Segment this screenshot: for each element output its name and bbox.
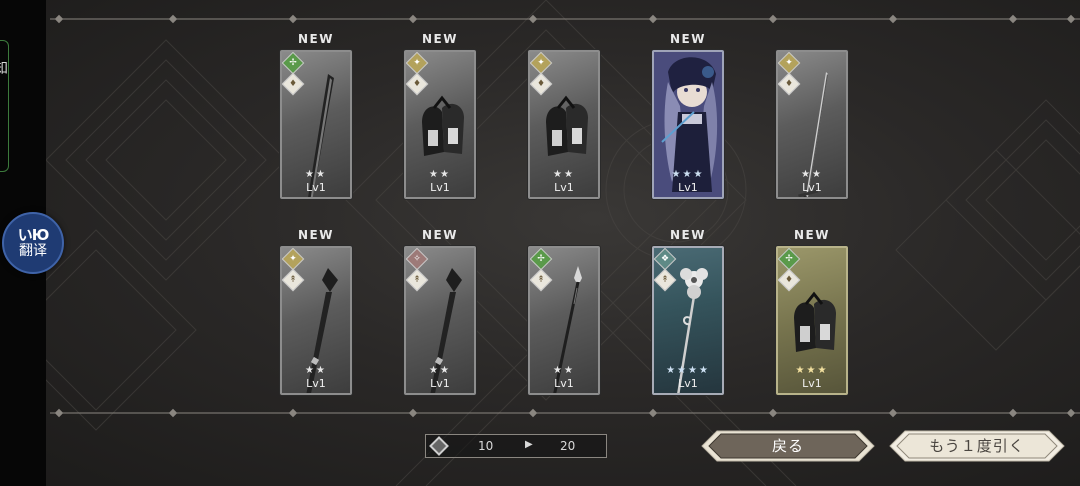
card-level: Lv1 [554,377,574,390]
star-rating: ★★ [553,169,575,180]
new-badge: NEW [298,32,334,46]
star-rating: ★★★ [795,365,829,376]
translate-button[interactable]: いЮ 翻译 [2,212,64,274]
card-level: Lv1 [678,377,698,390]
card-level: Lv1 [306,377,326,390]
draw-again-button[interactable]: もう１度引く [889,430,1065,462]
card-frame: ★★★ Lv1 [652,50,724,199]
star-rating: ★★★★ [666,365,710,376]
pager-arrow-icon: ▶ [525,439,533,450]
star-rating: ★★ [429,365,451,376]
draw-again-button-label: もう１度引く [929,437,1025,455]
new-badge: NEW [794,228,830,242]
pager-after-value: 20 [560,439,576,453]
pagination-bar: 10 ▶ 20 [425,434,607,458]
new-badge: NEW [422,32,458,46]
card-frame: ❖ ↟ ★★★★ Lv1 [652,246,724,395]
card-frame: ✦ ♦ ★★ Lv1 [528,50,600,199]
card-level: Lv1 [306,181,326,194]
card-frame: ✧ ↟ ★★ Lv1 [404,246,476,395]
card-frame: ✢ ♦ ★★ Lv1 [280,50,352,199]
star-rating: ★★ [801,169,823,180]
star-rating: ★★ [429,169,451,180]
currency-crystal-icon [429,436,449,456]
card-frame: ✦ ♦ ★★ Lv1 [776,50,848,199]
card-level: Lv1 [554,181,574,194]
card-level: Lv1 [430,181,450,194]
card-level: Lv1 [678,181,698,194]
back-button-label: 戻る [771,437,804,455]
card-level: Lv1 [802,377,822,390]
card-level: Lv1 [802,181,822,194]
new-badge: NEW [670,228,706,242]
card-frame: ✦ ♦ ★★ Lv1 [404,50,476,199]
new-badge: NEW [422,228,458,242]
star-rating: ★★ [305,169,327,180]
translate-label: 翻译 [19,243,47,259]
star-rating: ★★ [553,365,575,376]
side-panel-label: 知 [0,61,8,77]
new-badge: NEW [298,228,334,242]
gacha-result-screen: 知 いЮ 翻译 NEW ✢ ♦ ★★ Lv1 NEW ✦ ♦ ★★ Lv1 ✦ ♦ ★★ Lv1 NEW ★★… [0,0,1080,486]
card-frame: ✦ ↟ ★★ Lv1 [280,246,352,395]
card-frame: ✢ ↟ ★★ Lv1 [528,246,600,395]
star-rating: ★★ [305,365,327,376]
translate-logo-icon: いЮ [17,226,50,244]
new-badge: NEW [670,32,706,46]
top-frame-line [50,14,1080,24]
card-frame: ✢ ♦ ★★★ Lv1 [776,246,848,395]
star-rating: ★★★ [671,169,705,180]
bottom-frame-line [50,408,1080,418]
pager-before-value: 10 [478,439,494,453]
card-level: Lv1 [430,377,450,390]
back-button[interactable]: 戻る [701,430,875,462]
